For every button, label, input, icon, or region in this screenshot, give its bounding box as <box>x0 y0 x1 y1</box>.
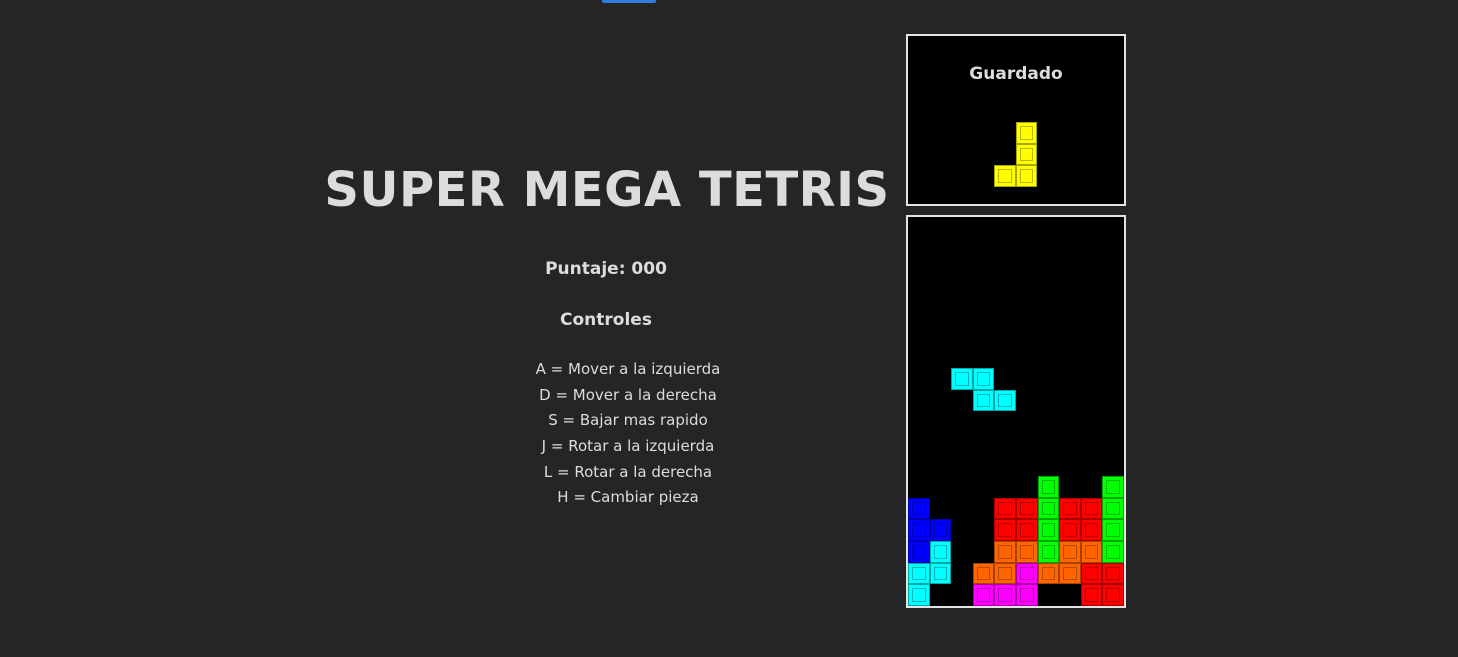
board-block <box>1102 476 1124 498</box>
board-block <box>1102 562 1124 585</box>
board-block <box>1037 541 1060 563</box>
board-block <box>929 519 952 541</box>
board-block <box>1059 519 1081 541</box>
control-move-right: D = Mover a la derecha <box>539 385 717 404</box>
board-block <box>929 541 952 563</box>
board-block <box>908 584 930 606</box>
board-block <box>1059 497 1081 520</box>
board-block <box>994 562 1016 585</box>
score-display: Puntaje: 000 <box>545 259 667 279</box>
board-block <box>1059 541 1081 563</box>
board-block <box>1037 497 1060 520</box>
hold-piece-block <box>1015 143 1038 166</box>
board-block <box>1037 562 1060 585</box>
board-block <box>908 562 930 585</box>
hold-label: Guardado <box>969 64 1063 84</box>
board-block <box>972 584 995 606</box>
game-title: SUPER MEGA TETRIS <box>324 162 890 218</box>
controls-list: A = Mover a la izquierda D = Mover a la … <box>478 357 778 511</box>
board-block <box>908 541 930 563</box>
board-block <box>1037 519 1060 541</box>
board-block <box>1016 541 1038 563</box>
falling-piece-block <box>994 389 1016 412</box>
board-block <box>1102 584 1124 606</box>
board-block <box>1080 584 1103 606</box>
board-block <box>1016 497 1038 520</box>
board-block <box>1080 519 1103 541</box>
hold-piece-block <box>994 165 1016 187</box>
board-block <box>994 584 1016 606</box>
board-block <box>908 519 930 541</box>
board-block <box>994 497 1016 520</box>
board-block <box>929 562 952 585</box>
falling-piece-block <box>972 389 995 412</box>
hold-piece-block <box>1015 122 1038 144</box>
game-board[interactable] <box>906 215 1126 608</box>
board-block <box>1016 562 1038 585</box>
board-block <box>1059 562 1081 585</box>
board-block <box>994 519 1016 541</box>
controls-heading: Controles <box>560 310 652 330</box>
hold-piece-block <box>1015 165 1038 187</box>
control-drop-faster: S = Bajar mas rapido <box>548 411 708 430</box>
board-block <box>1102 541 1124 563</box>
board-block <box>1080 497 1103 520</box>
board-block <box>1080 541 1103 563</box>
hold-panel: Guardado <box>906 34 1126 206</box>
board-block <box>972 562 995 585</box>
board-block <box>994 541 1016 563</box>
control-move-left: A = Mover a la izquierda <box>535 360 721 378</box>
board-block <box>1016 584 1038 606</box>
board-block <box>1016 519 1038 541</box>
board-block <box>1037 476 1060 498</box>
falling-piece-block <box>972 368 995 390</box>
board-block <box>1102 519 1124 541</box>
falling-piece-block <box>951 368 973 390</box>
control-rotate-right: L = Rotar a la derecha <box>543 462 713 481</box>
board-block <box>908 497 930 520</box>
board-block <box>1102 497 1124 520</box>
control-rotate-left: J = Rotar a la izquierda <box>541 437 715 456</box>
board-block <box>1080 562 1103 585</box>
top-accent-bar <box>602 0 656 3</box>
control-swap-piece: H = Cambiar pieza <box>557 488 699 507</box>
